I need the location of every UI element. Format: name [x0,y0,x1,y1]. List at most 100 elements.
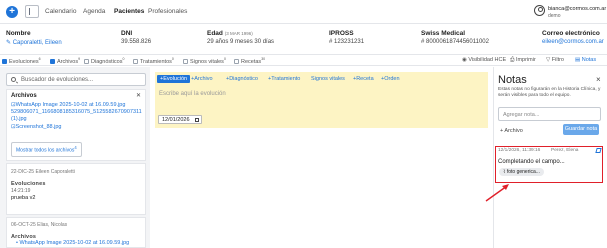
file-name: Screenshot_88.jpg [15,124,62,130]
checkbox-icon[interactable] [2,58,7,64]
attachment-chip[interactable]: ⌇ foto generica... [499,168,544,176]
search-icon [11,77,16,82]
nav-agenda[interactable]: Agenda [83,8,105,15]
patient-name[interactable]: ✎ Caporaletti, Eileen [6,39,62,46]
tab-tratamiento[interactable]: +Tratamiento [268,76,300,82]
checkbox-icon[interactable] [183,58,188,64]
show-all-label: Mostrar todos los archivos [16,147,75,154]
date-value: 12/01/2026 [162,117,190,123]
entry-time: 14:21:19 [11,188,31,194]
tab-receta[interactable]: +Receta [353,76,374,82]
sidebar-toggle-icon[interactable] [25,5,39,18]
file-name: WhatsApp Image 2025-10-02 at 16.09.59.jp… [15,102,126,108]
tab-signos-vitales[interactable]: Signos vitales [311,76,345,82]
filter-count: 6 [38,57,41,61]
edad-label: Edad (3 MAR 1996) [207,30,253,37]
file-name: WhatsApp Image 2025-10-02 at 16.09.59.jp… [19,240,130,246]
tool-label: Imprimir [515,57,536,63]
filter-evoluciones[interactable]: Evoluciones6 [2,57,41,65]
user-avatar-icon[interactable] [534,5,545,16]
tab-archivo[interactable]: +Archivo [191,76,213,82]
filter-label: Recetas [241,58,262,65]
user-org: demo [548,13,561,19]
filter-count: 9 [78,57,81,61]
filter-label: Evoluciones [9,58,39,65]
notas-button[interactable]: ▤ Notas [575,57,596,63]
patient-name-text: Caporaletti, Eileen [12,40,62,46]
tool-label: Filtro [551,57,564,63]
ipross-label: IPROSS [329,30,354,37]
email-label: Correo electrónico [542,30,600,37]
file-link[interactable]: ⊡Screenshot_88.jpg [11,124,61,131]
nav-profesionales[interactable]: Profesionales [148,8,187,15]
save-note-button[interactable]: Guardar nota [563,124,599,135]
tool-label: Notas [581,57,597,63]
checkbox-icon[interactable] [50,58,55,64]
user-email[interactable]: bianca@cormos.com.ar [548,6,606,12]
edad-label-text: Edad [207,30,223,37]
filter-count: 30 [261,57,266,61]
file-link[interactable]: ⊡WhatsApp Image 2025-10-02 at 16.09.59.j… [11,102,125,109]
note-text: Completando el campo... [498,159,565,165]
file-link[interactable]: 529806071_1166808185316075_5125582670907… [11,109,142,116]
search-placeholder: Buscador de evoluciones... [21,77,94,83]
checkbox-icon[interactable] [133,58,138,64]
annotation-arrow-icon [485,184,509,202]
tool-label: Visibilidad HCE [468,57,507,63]
nav-calendario[interactable]: Calendario [45,8,76,15]
notes-description: Estas notas no figurarán en la Historia … [498,87,601,98]
edad-value: 29 años 9 meses 30 días [207,39,275,45]
entry-header: 22-DIC-25 Eileen Caporaletti [11,169,75,175]
filter-signos-vitales[interactable]: Signos vitales0 [183,57,226,65]
patient-email[interactable]: eileen@cormos.com.ar [542,39,604,45]
file-link[interactable]: • WhatsApp Image 2025-10-02 at 16.09.59.… [16,240,129,247]
date-input[interactable]: 12/01/2026 [158,115,202,124]
filter-label: Signos vitales [190,58,224,65]
note-author: Perez, Elena [551,148,579,153]
add-button[interactable]: + [6,6,18,18]
edad-dob: (3 MAR 1996) [224,31,253,36]
archivos-title: Archivos [11,93,37,99]
filtro-button[interactable]: ▽ Filtro [546,57,564,63]
filter-diagnosticos[interactable]: Diagnósticos0 [84,57,124,65]
filter-label: Tratamientos [140,58,172,65]
filter-tratamientos[interactable]: Tratamientos0 [133,57,174,65]
file-link[interactable]: (1).jpg [11,116,27,123]
imprimir-button[interactable]: ⎙ Imprimir [510,57,536,64]
calendar-icon[interactable] [195,118,199,122]
evolution-search-input[interactable]: Buscador de evoluciones... [6,73,146,86]
filter-count: 0 [171,57,174,61]
note-input[interactable]: Agregar nota... [498,107,601,121]
show-all-files-button[interactable]: Mostrar todos los archivos4 [11,142,82,157]
add-file-button[interactable]: + Archivo [500,128,523,134]
close-icon[interactable]: × [596,75,601,84]
filter-count: 0 [223,57,226,61]
close-icon[interactable]: ✕ [136,92,141,99]
dni-label: DNI [121,30,133,37]
tab-diagnostico[interactable]: +Diagnóstico [226,76,258,82]
attachment-name: foto generica... [506,169,540,175]
entry-type: Evoluciones [11,181,46,187]
show-all-count: 4 [74,145,77,150]
nav-pacientes[interactable]: Pacientes [114,8,144,15]
tab-orden[interactable]: +Orden [381,76,400,82]
swiss-value: # 8000061874456011002 [421,39,489,45]
file-name: 529806071_1166808185316075_5125582670907… [11,109,142,115]
note-date: 12/1/2026, 11:39:16 [498,148,541,153]
pencil-icon: ✎ [6,40,13,46]
notes-icon: ▤ [575,57,582,63]
evolution-textarea[interactable]: Escribe aquí la evolución [159,91,226,97]
dni-value: 39.558.826 [121,39,152,45]
entry-text: prueba v2 [11,195,36,201]
tab-evolucion[interactable]: +Evolución [157,75,191,83]
filter-label: Diagnósticos [91,58,123,65]
ipross-value: # 123231231 [329,39,365,45]
filter-recetas[interactable]: Recetas30 [234,57,265,65]
visibilidad-hce-button[interactable]: ◉ Visibilidad HCE [462,57,506,63]
checkbox-icon[interactable] [234,58,239,64]
filter-count: 0 [122,57,125,61]
filter-archivos[interactable]: Archivos9 [50,57,80,65]
filter-label: Archivos [57,58,79,65]
checkbox-icon[interactable] [84,58,89,64]
swiss-label: Swiss Medical [421,30,466,37]
